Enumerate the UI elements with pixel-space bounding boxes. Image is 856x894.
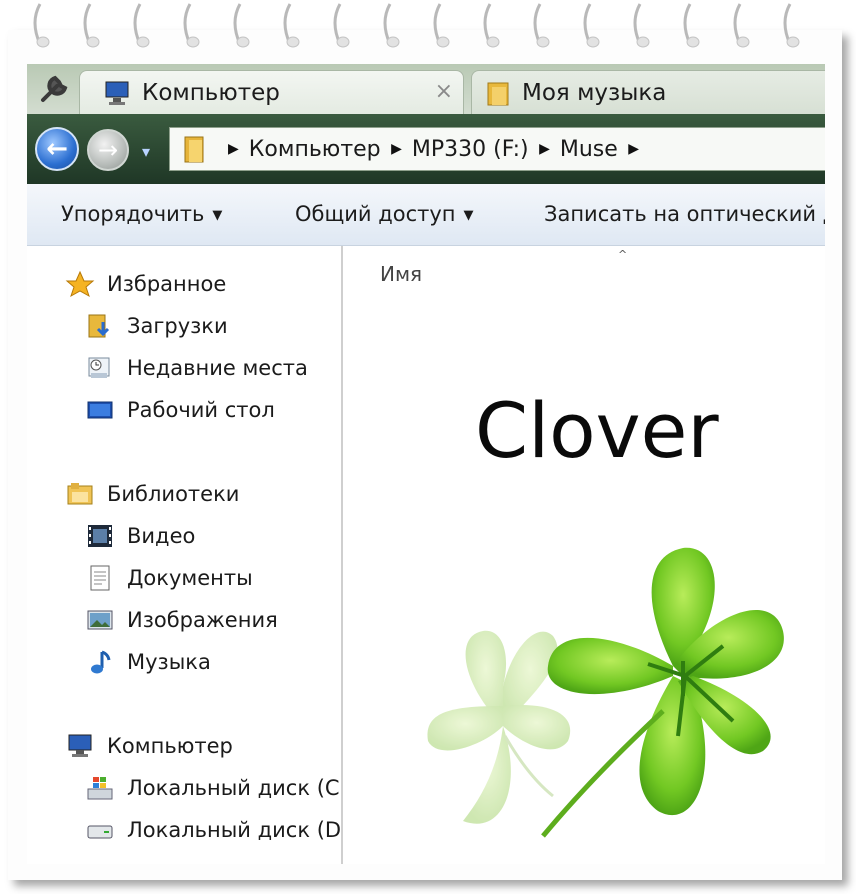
sidebar-item-recent-places[interactable]: Недавние места [85, 354, 308, 382]
breadcrumb-item[interactable]: Компьютер ▶ [249, 137, 412, 162]
tab-label: Моя музыка [522, 79, 667, 106]
sidebar-group-libraries[interactable]: Библиотеки [65, 480, 239, 508]
sidebar-item-documents[interactable]: Документы [85, 564, 253, 592]
sidebar-item-music[interactable]: Музыка [85, 648, 211, 676]
documents-icon [90, 565, 110, 591]
windows-drive-icon [87, 777, 113, 800]
computer-icon [105, 81, 129, 105]
file-list-pane: ^ Имя Clover [343, 246, 825, 864]
sidebar-item-downloads[interactable]: Загрузки [85, 312, 228, 340]
chevron-down-icon: ▼ [212, 208, 223, 223]
clover-icon [427, 547, 784, 838]
sort-indicator: ^ [618, 248, 628, 261]
computer-icon [68, 734, 92, 757]
tab-my-music[interactable]: Моя музыка [471, 70, 825, 114]
recent-places-icon [88, 357, 110, 378]
command-bar: Упорядочить ▼ Общий доступ ▼ Записать на о… [27, 184, 825, 246]
tab-bar: Компьютер × Моя музыка [27, 64, 825, 114]
breadcrumb-item[interactable]: MP330 (F:) ▶ [412, 137, 560, 162]
wrench-icon[interactable] [33, 70, 77, 110]
logo-text: Clover [475, 386, 719, 475]
navigation-pane: Избранное Загрузки Недавние места Рабочи… [27, 246, 343, 864]
sidebar-item-local-disk-d[interactable]: Локальный диск (D [85, 816, 341, 844]
chevron-down-icon: ▼ [463, 208, 474, 223]
tab-computer[interactable]: Компьютер × [79, 70, 464, 114]
sidebar-item-desktop[interactable]: Рабочий стол [85, 396, 275, 424]
desktop-icon [87, 401, 113, 419]
star-icon [65, 270, 95, 298]
folder-icon [487, 82, 509, 105]
sidebar-group-computer[interactable]: Компьютер [65, 732, 233, 760]
drive-icon [87, 825, 113, 839]
downloads-icon [88, 314, 110, 338]
sidebar-item-video[interactable]: Видео [85, 522, 195, 550]
sidebar-group-favorites[interactable]: Избранное [65, 270, 226, 298]
libraries-icon [67, 483, 93, 505]
organize-button[interactable]: Упорядочить ▼ [61, 202, 222, 226]
explorer-window: Компьютер × Моя музыка ← → ▾ ▶ Компьютер… [27, 64, 825, 864]
breadcrumb-item[interactable]: Muse ▶ [560, 137, 649, 162]
breadcrumb[interactable]: ▶ Компьютер ▶ MP330 (F:) ▶ Muse ▶ [169, 127, 825, 171]
video-icon [88, 525, 112, 547]
tab-label: Компьютер [142, 79, 280, 106]
sidebar-item-pictures[interactable]: Изображения [85, 606, 278, 634]
address-bar: ← → ▾ ▶ Компьютер ▶ MP330 (F:) ▶ Muse ▶ [27, 114, 825, 184]
burn-button[interactable]: Записать на оптический д [544, 202, 825, 226]
history-dropdown-icon[interactable]: ▾ [142, 142, 150, 161]
back-arrow-icon[interactable]: ← [35, 127, 79, 171]
column-header-name[interactable]: Имя [380, 262, 422, 286]
pictures-icon [87, 610, 113, 630]
forward-arrow-icon[interactable]: → [87, 129, 129, 171]
music-icon [91, 650, 111, 674]
spiral-binding [33, 3, 800, 48]
sidebar-item-local-disk-c[interactable]: Локальный диск (C [85, 774, 340, 802]
breadcrumb-separator[interactable]: ▶ [222, 141, 249, 157]
folder-icon [184, 136, 204, 163]
share-button[interactable]: Общий доступ ▼ [295, 202, 474, 226]
close-icon[interactable]: × [435, 79, 453, 104]
